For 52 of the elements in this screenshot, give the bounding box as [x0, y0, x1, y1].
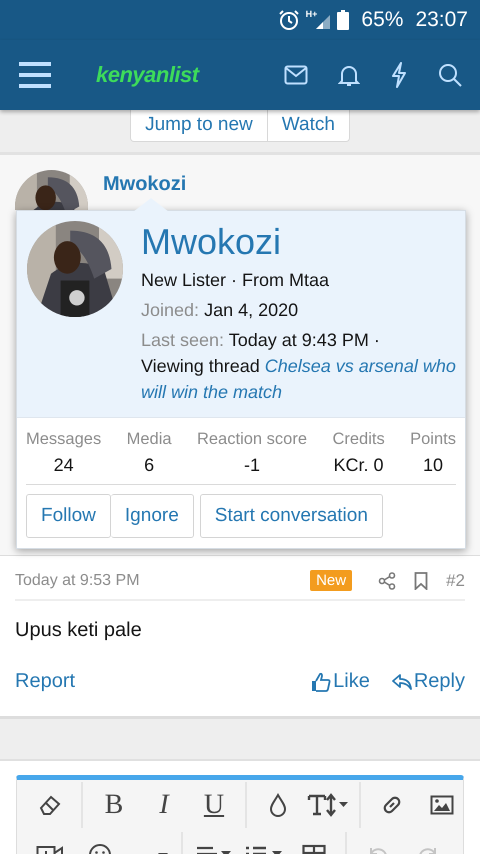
stat-value: 6 [144, 455, 154, 476]
stat-label: Points [410, 430, 456, 449]
battery-icon [337, 10, 350, 30]
menu-icon[interactable] [18, 61, 52, 89]
stat-label: Media [126, 430, 172, 449]
member-name[interactable]: Mwokozi [141, 221, 465, 263]
thumbs-up-icon [311, 672, 332, 692]
text-size-icon[interactable] [307, 793, 349, 817]
drop-icon[interactable] [269, 793, 287, 817]
bell-icon[interactable] [338, 63, 360, 87]
italic-button[interactable]: I [159, 789, 169, 821]
battery-percent: 65% [361, 8, 404, 32]
reply-arrow-icon [392, 672, 412, 690]
mail-icon[interactable] [284, 65, 308, 85]
stat-label: Credits [332, 430, 385, 449]
thread-button[interactable]: Watch [268, 110, 350, 142]
bold-button[interactable]: B [104, 789, 124, 821]
stat-value: 24 [54, 455, 74, 476]
post-message: Upus keti pale [15, 619, 143, 642]
report-link[interactable]: Report [15, 670, 76, 693]
image-icon[interactable] [430, 795, 454, 815]
like-link[interactable]: Like [311, 670, 370, 693]
last-seen-label: Last seen: [141, 330, 224, 350]
new-label: New [310, 570, 352, 591]
joined-label: Joined: [141, 300, 200, 320]
stat-value: 10 [423, 455, 444, 476]
stat-label: Reaction score [196, 430, 308, 449]
share-icon[interactable] [378, 572, 396, 590]
underline-button[interactable]: U [204, 789, 224, 821]
network-type-text: H+ [306, 9, 318, 19]
stat-value: KCr. 0 [334, 455, 384, 476]
joined-date: Jan 4, 2020 [204, 300, 298, 320]
profile-action-button[interactable]: Ignore [110, 494, 194, 538]
post-number[interactable]: #2 [446, 570, 465, 590]
reply-link[interactable]: Reply [392, 670, 465, 693]
stat-label: Messages [26, 430, 102, 449]
profile-action-button[interactable]: Follow [26, 494, 111, 538]
bookmark-icon[interactable] [414, 572, 428, 590]
search-icon[interactable] [438, 63, 462, 87]
activity-text: Viewing thread Chelsea vs arsenal who will win the match [141, 355, 457, 404]
thread-button[interactable]: Jump to new [130, 110, 268, 142]
last-seen-time: Today at 9:43 PM · [228, 330, 380, 350]
author-name[interactable]: Mwokozi [103, 173, 186, 196]
alarm-icon [278, 9, 300, 31]
clock-time: 23:07 [415, 8, 468, 32]
post-time[interactable]: Today at 9:53 PM [15, 572, 140, 590]
eraser-icon[interactable] [38, 794, 62, 816]
profile-action-button[interactable]: Start conversation [200, 494, 383, 538]
member-title: New Lister · From Mtaa [141, 269, 330, 292]
stat-value: -1 [244, 455, 260, 476]
site-logo[interactable]: kenyanlist [96, 62, 199, 88]
lightning-icon[interactable] [390, 62, 408, 88]
